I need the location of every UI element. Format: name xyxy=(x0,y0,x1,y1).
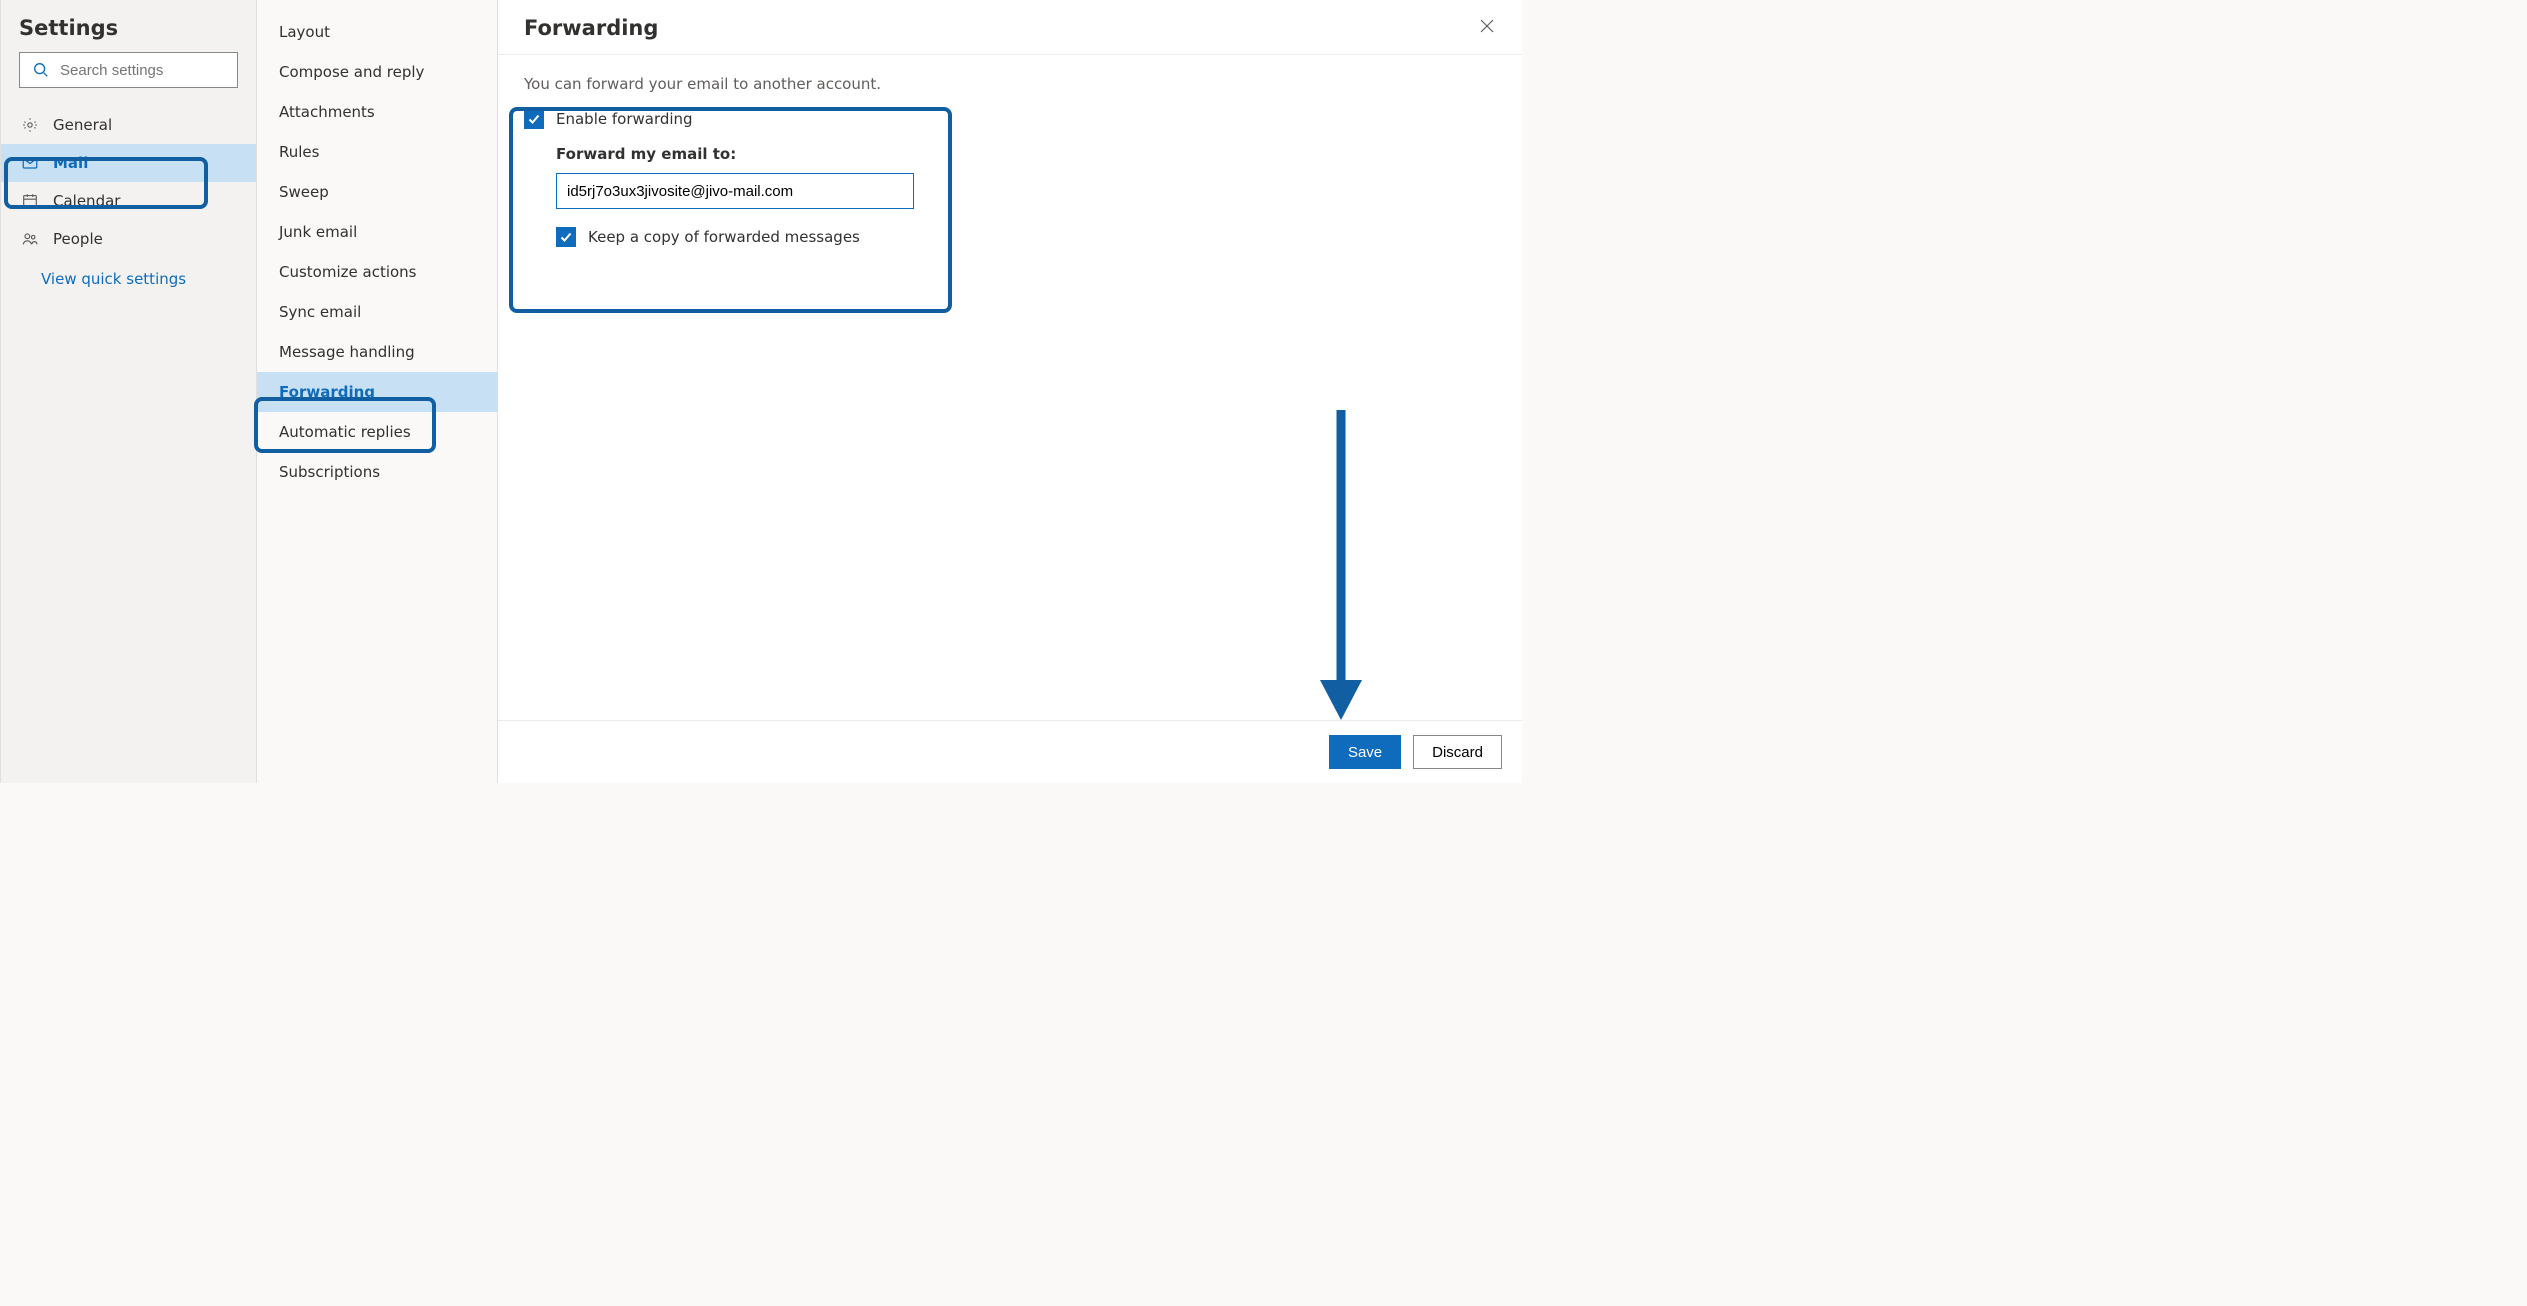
settings-category-column: Settings General Mail xyxy=(1,0,257,783)
keep-copy-row[interactable]: Keep a copy of forwarded messages xyxy=(556,227,1496,247)
forwarding-description: You can forward your email to another ac… xyxy=(524,75,1496,93)
sub-item-message-handling[interactable]: Message handling xyxy=(257,332,497,372)
sidebar-item-mail[interactable]: Mail xyxy=(1,144,256,182)
enable-forwarding-row[interactable]: Enable forwarding xyxy=(524,109,1496,129)
forward-to-input[interactable] xyxy=(556,173,914,209)
sidebar-item-label: Calendar xyxy=(53,192,120,210)
settings-title: Settings xyxy=(1,10,256,52)
search-input[interactable] xyxy=(60,62,259,79)
sub-item-attachments[interactable]: Attachments xyxy=(257,92,497,132)
sub-item-customize-actions[interactable]: Customize actions xyxy=(257,252,497,292)
sub-item-forwarding[interactable]: Forwarding xyxy=(257,372,497,412)
keep-copy-checkbox[interactable] xyxy=(556,227,576,247)
settings-detail-pane: Forwarding You can forward your email to… xyxy=(498,0,1522,783)
enable-forwarding-label: Enable forwarding xyxy=(556,110,693,128)
people-icon xyxy=(21,230,39,248)
sub-item-sync-email[interactable]: Sync email xyxy=(257,292,497,332)
sub-item-subscriptions[interactable]: Subscriptions xyxy=(257,452,497,492)
sub-item-compose-reply[interactable]: Compose and reply xyxy=(257,52,497,92)
sidebar-item-label: People xyxy=(53,230,103,248)
sidebar-item-general[interactable]: General xyxy=(1,106,256,144)
settings-dialog: Settings General Mail xyxy=(0,0,1522,783)
close-icon[interactable] xyxy=(1478,17,1496,39)
mail-icon xyxy=(21,154,39,172)
sub-item-layout[interactable]: Layout xyxy=(257,12,497,52)
sidebar-item-label: Mail xyxy=(53,154,88,172)
settings-subcategory-column: Layout Compose and reply Attachments Rul… xyxy=(257,0,498,783)
pane-title: Forwarding xyxy=(524,16,658,40)
keep-copy-label: Keep a copy of forwarded messages xyxy=(588,228,860,246)
sub-item-junk-email[interactable]: Junk email xyxy=(257,212,497,252)
calendar-icon xyxy=(21,192,39,210)
forward-to-label: Forward my email to: xyxy=(556,145,1496,163)
save-button[interactable]: Save xyxy=(1329,735,1401,769)
sub-item-automatic-replies[interactable]: Automatic replies xyxy=(257,412,497,452)
sub-item-rules[interactable]: Rules xyxy=(257,132,497,172)
sidebar-item-calendar[interactable]: Calendar xyxy=(1,182,256,220)
view-quick-settings-link[interactable]: View quick settings xyxy=(1,258,256,300)
sub-item-sweep[interactable]: Sweep xyxy=(257,172,497,212)
discard-button[interactable]: Discard xyxy=(1413,735,1502,769)
sidebar-item-people[interactable]: People xyxy=(1,220,256,258)
gear-icon xyxy=(21,116,39,134)
enable-forwarding-checkbox[interactable] xyxy=(524,109,544,129)
search-icon xyxy=(32,61,50,79)
search-settings-box[interactable] xyxy=(19,52,238,88)
sidebar-item-label: General xyxy=(53,116,112,134)
